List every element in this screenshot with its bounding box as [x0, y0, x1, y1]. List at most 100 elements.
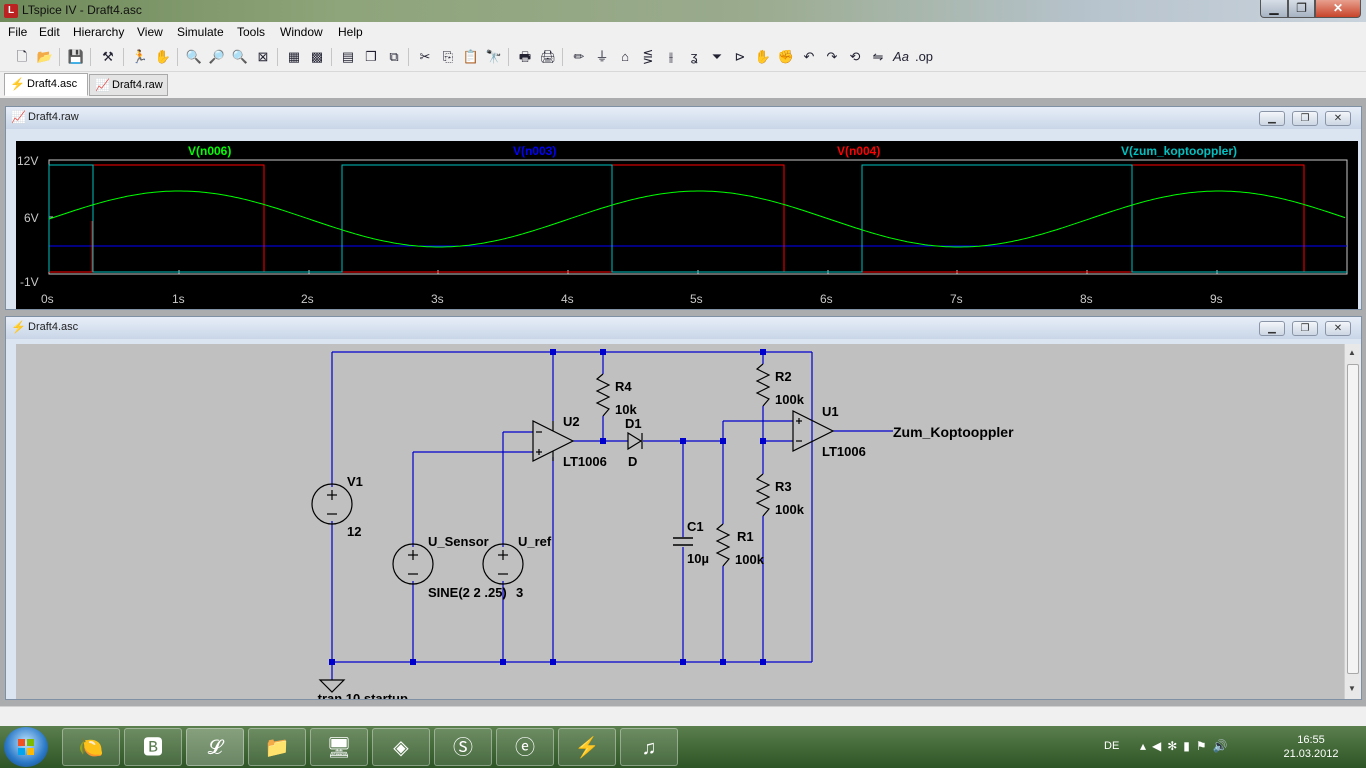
r1-name-label[interactable]: R1	[737, 529, 754, 544]
label-net-icon[interactable]: ⌂	[615, 47, 635, 67]
r2-value-label[interactable]: 100k	[775, 392, 805, 407]
menu-window[interactable]: Window	[280, 25, 323, 39]
v1-value-label[interactable]: 12	[347, 524, 361, 539]
r2-name-label[interactable]: R2	[775, 369, 792, 384]
draw-wire-icon[interactable]: ✏	[569, 47, 589, 67]
redo-icon[interactable]: ↷	[822, 47, 842, 67]
taskbar-app-lemon-icon[interactable]: 🍋	[62, 728, 120, 766]
close-all-icon[interactable]: ⧉	[384, 47, 404, 67]
rotate-icon[interactable]: ⟲	[845, 47, 865, 67]
r4-resistor-symbol[interactable]	[595, 373, 611, 417]
inductor-icon[interactable]: ʓ	[684, 47, 704, 67]
taskbar-ltspice-icon[interactable]: 𝓛	[186, 728, 244, 766]
clock[interactable]: 16:55 21.03.2012	[1276, 733, 1346, 761]
usensor-value-label[interactable]: SINE(2 2 .25)	[428, 585, 507, 600]
waveform-plot[interactable]: V(n006) V(n003) V(n004) V(zum_koptoopple…	[16, 141, 1358, 309]
schematic-canvas[interactable]: V1 12 U_Sensor SINE(2 2 .25) U_ref 3 U2 …	[16, 344, 1344, 699]
r1-value-label[interactable]: 100k	[735, 552, 765, 567]
c1-name-label[interactable]: C1	[687, 519, 704, 534]
menu-hierarchy[interactable]: Hierarchy	[73, 25, 124, 39]
autorange-icon[interactable]: ▦	[284, 47, 304, 67]
menu-tools[interactable]: Tools	[237, 25, 265, 39]
schematic-minimize-button[interactable]: ▁	[1259, 321, 1285, 336]
run-icon[interactable]: 🏃	[130, 47, 150, 67]
pan-icon[interactable]: 🔎	[207, 47, 227, 67]
cut-icon[interactable]: ✂	[415, 47, 435, 67]
close-button[interactable]: ✕	[1315, 0, 1361, 18]
scroll-down-arrow[interactable]: ▼	[1348, 684, 1356, 693]
spice-directive[interactable]: .tran 10 startup	[314, 691, 408, 699]
r3-resistor-symbol[interactable]	[755, 473, 771, 517]
scroll-up-arrow[interactable]: ▲	[1348, 348, 1356, 357]
trace-label-n004[interactable]: V(n004)	[837, 144, 880, 158]
usensor-name-label[interactable]: U_Sensor	[428, 534, 489, 549]
start-button[interactable]	[4, 727, 48, 767]
save-icon[interactable]: 💾	[66, 47, 86, 67]
d1-value-label[interactable]: D	[628, 454, 637, 469]
taskbar-itunes-icon[interactable]: ♫	[620, 728, 678, 766]
v1-source-symbol[interactable]	[311, 483, 353, 525]
trace-label-zum-koptooppler[interactable]: V(zum_koptooppler)	[1121, 144, 1237, 158]
r3-name-label[interactable]: R3	[775, 479, 792, 494]
menu-simulate[interactable]: Simulate	[177, 25, 224, 39]
menu-view[interactable]: View	[137, 25, 163, 39]
schematic-restore-button[interactable]: ❐	[1292, 321, 1318, 336]
print-setup-icon[interactable]: 🖶	[515, 47, 535, 67]
ground-icon[interactable]: ⏚	[592, 47, 612, 67]
drag-icon[interactable]: ✊	[776, 47, 796, 67]
paste-icon[interactable]: 📋	[461, 47, 481, 67]
tray-icons[interactable]: ▴◀✻▮⚑🔊	[1140, 739, 1234, 753]
c1-capacitor-symbol[interactable]	[673, 537, 693, 546]
r2-resistor-symbol[interactable]	[755, 363, 771, 407]
mirror-icon[interactable]: ⇋	[868, 47, 888, 67]
tab-draft4-raw[interactable]: 📈 Draft4.raw	[89, 74, 168, 96]
zoom-fit-icon[interactable]: ⊠	[253, 47, 273, 67]
u2-name-label[interactable]: U2	[563, 414, 580, 429]
open-icon[interactable]: 📂	[35, 47, 55, 67]
find-icon[interactable]: 🔭	[484, 47, 504, 67]
undo-icon[interactable]: ↶	[799, 47, 819, 67]
trace-label-n006[interactable]: V(n006)	[188, 144, 231, 158]
waveform-restore-button[interactable]: ❐	[1292, 111, 1318, 126]
net-label-zum-koptooppler[interactable]: Zum_Koptooppler	[893, 424, 1014, 440]
move-icon[interactable]: ✋	[753, 47, 773, 67]
zoom-in-icon[interactable]: 🔍	[184, 47, 204, 67]
taskbar-explorer-icon[interactable]: 📁	[248, 728, 306, 766]
taskbar-avr-studio-icon[interactable]: 🅱	[124, 728, 182, 766]
resistor-icon[interactable]: ⋚	[638, 47, 658, 67]
usensor-source-symbol[interactable]	[392, 543, 434, 585]
capacitor-icon[interactable]: ⫲	[661, 47, 681, 67]
menu-file[interactable]: File	[8, 25, 27, 39]
u1-name-label[interactable]: U1	[822, 404, 839, 419]
ltspice-app-icon[interactable]: L	[4, 4, 18, 18]
c1-value-label[interactable]: 10µ	[687, 551, 709, 566]
trace-label-n003[interactable]: V(n003)	[513, 144, 556, 158]
tile-horizontal-icon[interactable]: ▤	[338, 47, 358, 67]
zoom-out-icon[interactable]: 🔍	[230, 47, 250, 67]
grid-icon[interactable]: ▩	[307, 47, 327, 67]
taskbar-acrobat-icon[interactable]: ⚡	[558, 728, 616, 766]
uref-value-label[interactable]: 3	[516, 585, 523, 600]
schematic-close-button[interactable]: ✕	[1325, 321, 1351, 336]
menu-help[interactable]: Help	[338, 25, 363, 39]
d1-diode-symbol[interactable]	[627, 431, 643, 451]
new-schematic-icon[interactable]: 🗋	[12, 47, 32, 67]
scrollbar-thumb[interactable]	[1347, 364, 1359, 674]
uref-source-symbol[interactable]	[482, 543, 524, 585]
menu-edit[interactable]: Edit	[39, 25, 60, 39]
taskbar-pc-icon[interactable]: 🖥	[310, 728, 368, 766]
taskbar-app-icon[interactable]: ◈	[372, 728, 430, 766]
component-icon[interactable]: ⊳	[730, 47, 750, 67]
r1-resistor-symbol[interactable]	[715, 523, 731, 567]
d1-name-label[interactable]: D1	[625, 416, 642, 431]
r3-value-label[interactable]: 100k	[775, 502, 805, 517]
halt-icon[interactable]: ✋	[153, 47, 173, 67]
v1-name-label[interactable]: V1	[347, 474, 363, 489]
uref-name-label[interactable]: U_ref	[518, 534, 552, 549]
diode-icon[interactable]: ⏷	[707, 47, 727, 67]
text-icon[interactable]: Aa	[891, 47, 911, 67]
language-indicator[interactable]: DE	[1104, 740, 1119, 752]
taskbar-skype-icon[interactable]: Ⓢ	[434, 728, 492, 766]
waveform-close-button[interactable]: ✕	[1325, 111, 1351, 126]
spice-directive-icon[interactable]: .op	[914, 47, 934, 67]
